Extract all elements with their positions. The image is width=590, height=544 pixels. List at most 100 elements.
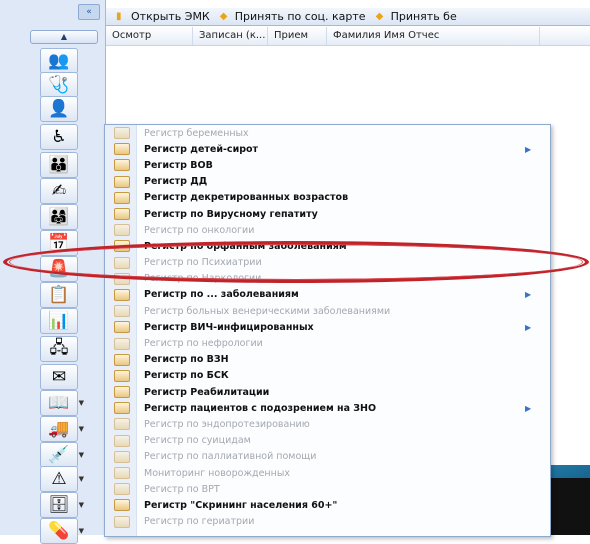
menu-item[interactable]: Регистр по эндопротезированию [105,416,550,432]
menu-item-label: Регистр "Скрининг населения 60+" [144,499,338,511]
sidebar-tool-button[interactable]: ♿ [40,124,78,150]
sidebar-tool-button[interactable]: ✉ [40,364,78,390]
sidebar-tool-button[interactable]: 👥 [40,48,78,74]
sidebar-tool-button[interactable]: 🗄 ▼ [40,492,84,518]
sidebar-tool-button[interactable]: ✍ [40,178,78,204]
accept-card-label: Принять по соц. карте [234,10,366,23]
dropdown-arrow-icon: ▼ [78,399,84,407]
dropdown-arrow-icon: ▼ [78,501,84,509]
menu-item[interactable]: Регистр по ВЗН [105,352,550,368]
dropdown-arrow-icon: ▼ [78,425,84,433]
registry-folder-icon [114,434,130,447]
user-icon: 👤 [48,99,70,119]
menu-item[interactable]: Регистр по нефрологии [105,335,550,351]
menu-item[interactable]: Регистр больных венерическими заболевани… [105,303,550,319]
menu-item-label: Регистр по суицидам [144,435,251,447]
sidebar-tool-button[interactable]: 🖧 [40,336,78,362]
column-header[interactable]: Записан (к... [193,27,268,45]
submenu-arrow-icon: ▶ [525,144,532,154]
menu-item-label: Регистр по Вирусному гепатиту [144,208,318,220]
scroll-up-button[interactable]: ▲ [30,30,98,44]
book-icon: 📖 [48,393,70,413]
sidebar-tool-button[interactable]: 📋 [40,282,78,308]
registry-folder-icon [114,369,130,382]
menu-item[interactable]: Регистр детей-сирот ▶ [105,141,550,157]
menu-item[interactable]: Регистр "Скрининг населения 60+" [105,497,550,513]
menu-item-label: Регистр по ... заболеваниям [144,289,299,301]
registry-folder-icon [114,515,130,528]
menu-item-label: Регистр ДД [144,176,208,188]
menu-item[interactable]: Регистр по суицидам [105,433,550,449]
menu-item[interactable]: Регистр Реабилитации [105,384,550,400]
collapse-button[interactable]: « [78,4,100,20]
menu-item[interactable]: Регистр по онкологии [105,222,550,238]
menu-item-label: Регистр ВИЧ-инфицированных [144,321,314,333]
main-toolbar: ▮ Открыть ЭМК ◆ Принять по соц. карте ◆ … [106,8,590,26]
menu-item-label: Регистр беременных [144,127,249,139]
accept-icon: ◆ [375,11,384,22]
sidebar-tool-button[interactable]: 🩺 [40,72,78,98]
menu-item[interactable]: Регистр по ... заболеваниям ▶ [105,287,550,303]
sidebar-tool-button[interactable]: 👪 [40,152,78,178]
highlight-oval [9,244,583,280]
sidebar-tool-button[interactable]: 📖 ▼ [40,390,84,416]
menu-item[interactable]: Регистр декретированных возрастов [105,190,550,206]
column-header[interactable]: Фамилия Имя Отчес [327,27,540,45]
accept-icon: ◆ [219,11,228,22]
registry-cabinet-icon: 🗄 [48,495,70,515]
registry-folder-icon [114,321,130,334]
sidebar-tool-button[interactable]: 📊 [40,308,78,334]
registry-folder-icon [114,305,130,318]
sidebar-tool-button[interactable]: 👤 [40,96,78,122]
menu-item-label: Регистр детей-сирот [144,143,259,155]
menu-item-label: Мониторинг новорожденных [144,467,290,479]
column-header[interactable]: Осмотр [106,27,193,45]
menu-item-label: Регистр по гериатрии [144,516,255,528]
menu-item[interactable]: Регистр по ВРТ [105,481,550,497]
warning-eye-icon: ⚠ [51,469,67,489]
menu-item[interactable]: Мониторинг новорожденных [105,465,550,481]
menu-item[interactable]: Регистр по БСК [105,368,550,384]
wheelchair-icon: ♿ [51,127,67,147]
menu-item[interactable]: Регистр беременных [105,125,550,141]
sidebar-tool-button[interactable]: 💉 ▼ [40,442,84,468]
menu-item[interactable]: Регистр по паллиативной помощи [105,449,550,465]
sidebar-tool-button[interactable]: 🚚 ▼ [40,416,84,442]
menu-item[interactable]: Регистр по Вирусному гепатиту [105,206,550,222]
menu-item[interactable]: Регистр пациентов с подозрением на ЗНО ▶ [105,400,550,416]
medical-kit-icon: 🩺 [48,75,70,95]
registry-folder-icon [114,467,130,480]
menu-item-label: Регистр по онкологии [144,224,255,236]
sidebar-tool-button[interactable]: ⚠ ▼ [40,466,84,492]
menu-item-label: Регистр Реабилитации [144,386,270,398]
sidebar-tool-button[interactable]: 👨‍👩‍👧 [40,204,78,230]
menu-item[interactable]: Регистр ВИЧ-инфицированных ▶ [105,319,550,335]
registry-folder-icon [114,353,130,366]
registry-folder-icon [114,337,130,350]
syringe-icon: 💉 [48,445,70,465]
column-header[interactable]: Прием [268,27,327,45]
menu-item-label: Регистр пациентов с подозрением на ЗНО [144,402,377,414]
menu-item[interactable]: Регистр по гериатрии [105,514,550,530]
envelope-icon: ✉ [51,367,67,387]
accept-without-button[interactable]: ◆ Принять бе [376,10,457,23]
menu-item-label: Регистр ВОВ [144,159,213,171]
menu-item-label: Регистр по эндопротезированию [144,418,310,430]
registry-folder-icon [114,159,130,172]
accept-card-button[interactable]: ◆ Принять по соц. карте [220,10,366,23]
registry-folder-icon [114,402,130,415]
registry-folder-icon [114,224,130,237]
open-emk-label: Открыть ЭМК [131,10,210,23]
menu-item[interactable]: Регистр ВОВ [105,157,550,173]
sidebar-tool-button[interactable]: 💊 ▼ [40,518,84,544]
registry-folder-icon [114,418,130,431]
truck-icon: 🚚 [48,419,70,439]
dropdown-arrow-icon: ▼ [78,475,84,483]
menu-item-label: Регистр больных венерическими заболевани… [144,305,391,317]
registry-folder-icon [114,127,130,140]
document-pen-icon: ✍ [51,181,67,201]
menu-item[interactable]: Регистр ДД [105,174,550,190]
people-group-icon: 👨‍👩‍👧 [48,207,70,227]
report-icon: 📋 [48,285,70,305]
open-emk-button[interactable]: ▮ Открыть ЭМК [116,10,210,23]
